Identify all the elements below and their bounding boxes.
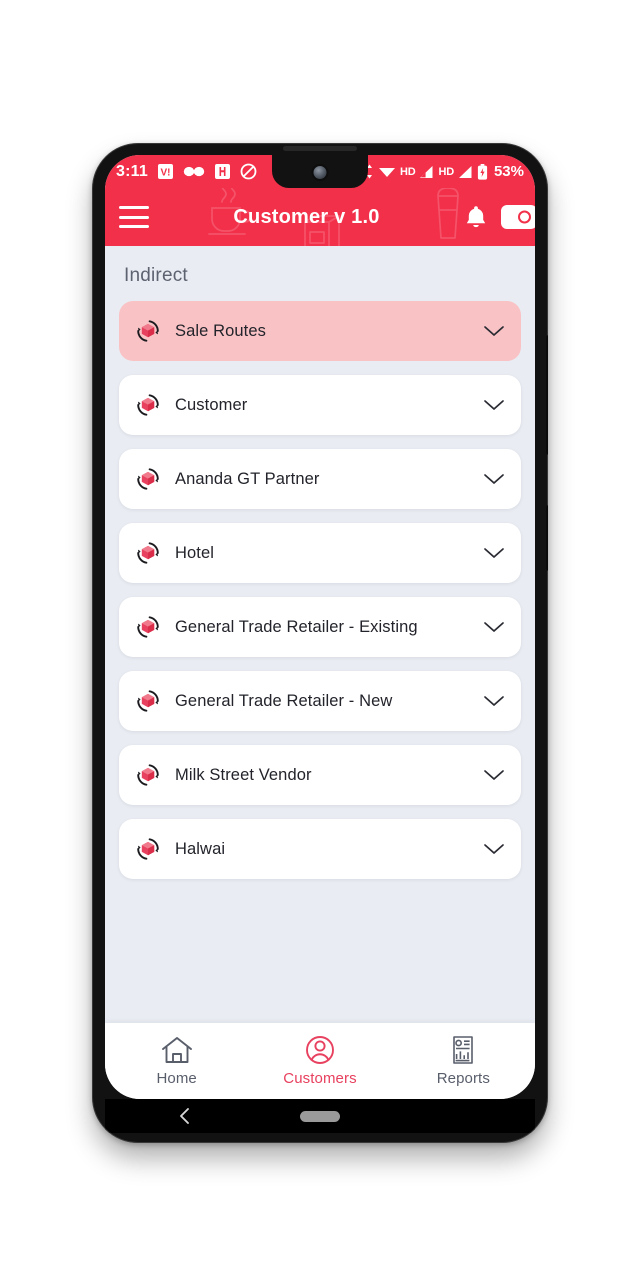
nav-label-customers: Customers [283, 1070, 357, 1087]
list-item-label: Milk Street Vendor [175, 765, 312, 784]
list-item-label: General Trade Retailer - New [175, 691, 393, 710]
app-header: Customer v 1.0 [105, 188, 535, 246]
back-chevron-icon[interactable] [177, 1107, 193, 1125]
volume-rocker-button[interactable] [546, 335, 548, 455]
chevron-down-icon[interactable] [483, 472, 505, 486]
glasses-icon [183, 166, 205, 177]
status-bar-right: HD HD 53% [365, 163, 524, 180]
phone-frame: 3:11 V! HD HD 53% Customer v 1.0 Indirec… [92, 143, 548, 1143]
home-icon [161, 1037, 192, 1063]
battery-icon [477, 163, 488, 180]
list-item-label: General Trade Retailer - Existing [175, 617, 418, 636]
list-item[interactable]: General Trade Retailer - New [119, 671, 521, 731]
phone-screen: 3:11 V! HD HD 53% Customer v 1.0 Indirec… [105, 155, 535, 1099]
rotating-box-icon [137, 542, 159, 564]
list-item[interactable]: Milk Street Vendor [119, 745, 521, 805]
rotating-box-icon [137, 320, 159, 342]
nav-item-customers[interactable]: Customers [248, 1035, 391, 1087]
wallet-icon[interactable] [501, 205, 535, 229]
hamburger-bar-2 [119, 215, 149, 219]
list-item-label: Hotel [175, 543, 215, 562]
list-item[interactable]: Sale Routes [119, 301, 521, 361]
list-item-label: Customer [175, 395, 248, 414]
nav-label-home: Home [156, 1070, 197, 1087]
chevron-down-icon[interactable] [483, 546, 505, 560]
chevron-down-icon[interactable] [483, 694, 505, 708]
earpiece-speaker [283, 146, 357, 151]
rotating-box-icon [137, 690, 159, 712]
hamburger-bar-1 [119, 206, 149, 209]
report-document-icon [453, 1036, 474, 1064]
list-item[interactable]: Customer [119, 375, 521, 435]
vi-carrier-icon: V! [157, 164, 173, 179]
power-button[interactable] [546, 505, 548, 571]
hamburger-menu-icon[interactable] [119, 206, 149, 228]
app-title: Customer v 1.0 [233, 205, 380, 228]
chevron-down-icon[interactable] [483, 324, 505, 338]
rotating-box-icon [137, 394, 159, 416]
list-item[interactable]: General Trade Retailer - Existing [119, 597, 521, 657]
signal-1-icon [420, 165, 433, 178]
customer-type-list: Sale Routes Customer Ananda GT Partner H… [119, 301, 521, 879]
list-item[interactable]: Ananda GT Partner [119, 449, 521, 509]
chevron-down-icon[interactable] [483, 768, 505, 782]
nav-label-reports: Reports [436, 1070, 490, 1087]
list-item[interactable]: Hotel [119, 523, 521, 583]
nav-item-reports[interactable]: Reports [392, 1035, 535, 1087]
android-navigation-bar [105, 1099, 535, 1133]
battery-percent-label: 53% [493, 163, 524, 180]
status-bar-left: 3:11 V! [116, 163, 257, 181]
front-camera [311, 164, 329, 181]
bottom-navigation-bar: Home Customers Reports [105, 1023, 535, 1099]
display-notch [272, 155, 368, 188]
home-pill-indicator[interactable] [300, 1110, 340, 1122]
chevron-down-icon[interactable] [483, 842, 505, 856]
list-item-label: Ananda GT Partner [175, 469, 320, 488]
nav-item-home[interactable]: Home [105, 1035, 248, 1087]
user-circle-icon [306, 1036, 334, 1064]
app-notification-icon [214, 164, 230, 179]
wifi-icon [378, 168, 395, 177]
list-item-label: Halwai [175, 839, 226, 858]
do-not-disturb-icon [240, 163, 257, 180]
signal-2-icon [458, 165, 472, 178]
content-area: Indirect Sale Routes Customer Ananda GT … [105, 246, 535, 966]
hd-label-2: HD [438, 165, 454, 178]
list-item[interactable]: Halwai [119, 819, 521, 879]
hamburger-bar-3 [119, 225, 149, 228]
chevron-down-icon[interactable] [483, 398, 505, 412]
bell-icon[interactable] [464, 204, 488, 230]
rotating-box-icon [137, 838, 159, 860]
rotating-box-icon [137, 616, 159, 638]
svg-text:V!: V! [160, 168, 170, 179]
section-label: Indirect [124, 265, 188, 286]
rotating-box-icon [137, 764, 159, 786]
header-actions [464, 204, 535, 230]
list-item-label: Sale Routes [175, 321, 266, 340]
hd-label-1: HD [399, 165, 416, 178]
chevron-down-icon[interactable] [483, 620, 505, 634]
status-clock: 3:11 [116, 162, 148, 180]
rotating-box-icon [137, 468, 159, 490]
